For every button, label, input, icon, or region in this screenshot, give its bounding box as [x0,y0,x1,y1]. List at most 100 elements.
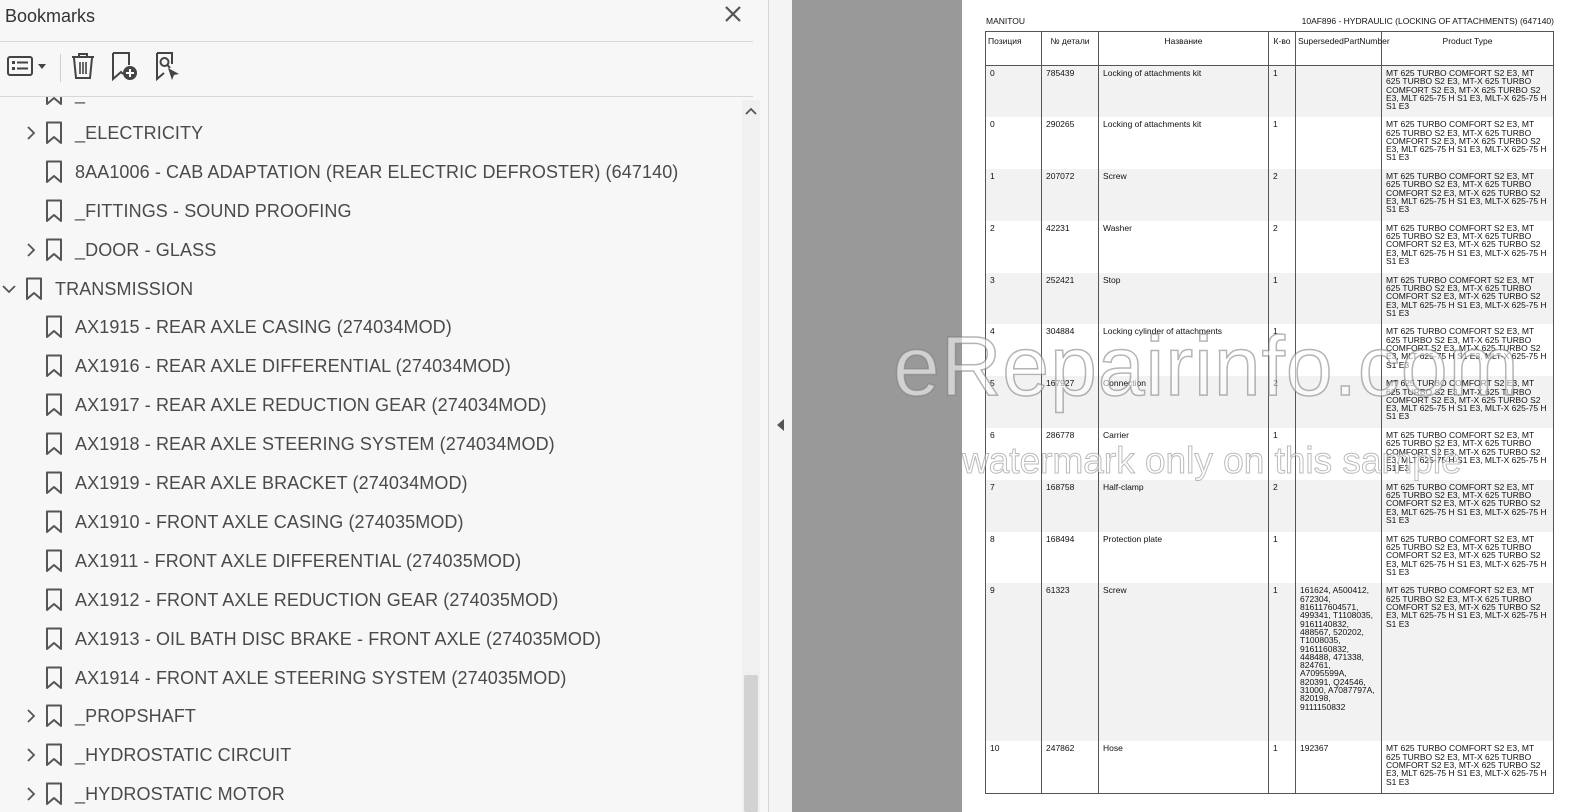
bookmark-icon [45,160,63,184]
bookmark-item[interactable]: AX1911 - FRONT AXLE DIFFERENTIAL (274035… [0,544,740,578]
table-cell-pos: 9 [985,583,1042,742]
bookmark-label: _PROPSHAFT [75,706,197,727]
bookmark-label: _DOOR - GLASS [75,239,217,260]
column-header: Название [1098,31,1269,66]
bookmark-label: AX1910 - FRONT AXLE CASING (274035MOD) [75,511,464,532]
table-cell-product: MT 625 TURBO COMFORT S2 E3, MT 625 TURBO… [1381,428,1554,480]
bookmark-item[interactable]: AX1914 - FRONT AXLE STEERING SYSTEM (274… [0,661,740,695]
bookmark-icon [45,121,63,145]
table-cell-name: Connection [1098,376,1269,429]
bookmark-item[interactable]: TRANSMISSION [0,272,740,306]
table-cell-part: 61323 [1041,583,1099,742]
bookmark-icon [45,549,63,573]
table-cell-pos: 6 [985,428,1042,480]
find-current-bookmark-icon [152,50,182,87]
table-cell-superseded [1295,428,1382,480]
bookmark-item[interactable]: AX1915 - REAR AXLE CASING (274034MOD) [0,310,740,344]
document-page: MANITOU 10AF896 - HYDRAULIC (LOCKING OF … [962,0,1571,812]
parts-table: Позиция № детали Название К-во Supersede… [985,31,1554,794]
find-current-bookmark-button[interactable] [150,50,184,86]
bookmark-item[interactable]: _ELECTRICITY [0,116,740,150]
trash-icon [69,51,97,86]
bookmark-item[interactable]: AX1917 - REAR AXLE REDUCTION GEAR (27403… [0,388,740,422]
close-icon[interactable] [722,3,744,25]
bookmark-label: _FITTINGS - SOUND PROOFING [75,200,352,221]
table-cell-superseded [1295,220,1382,273]
table-cell-product: MT 625 TURBO COMFORT S2 E3, MT 625 TURBO… [1381,65,1554,118]
bookmark-icon [25,277,43,301]
chevron-right-icon[interactable] [24,242,38,258]
table-cell-name: Half-clamp [1098,479,1269,532]
bookmark-item[interactable]: _ [0,97,740,111]
table-cell-part: 252421 [1041,272,1099,325]
bookmark-item[interactable]: AX1912 - FRONT AXLE REDUCTION GEAR (2740… [0,583,740,617]
header-divider [0,41,753,42]
bookmark-item[interactable]: AX1918 - REAR AXLE STEERING SYSTEM (2740… [0,427,740,461]
table-row: 7 168758 Half-clamp 2 MT 625 TURBO COMFORT S… [985,479,1554,532]
bookmarks-header: Bookmarks [0,0,768,42]
bookmarks-panel: Bookmarks _ELECTRICITY 8AA1006 - CAB ADA… [0,0,768,812]
table-cell-product: MT 625 TURBO COMFORT S2 E3, MT 625 TURBO… [1381,741,1554,794]
bookmarks-toolbar [0,46,760,92]
chevron-down-icon[interactable] [2,281,16,297]
options-menu-button[interactable] [3,50,51,86]
table-cell-name: Carrier [1098,428,1269,480]
table-header-row: Позиция № детали Название К-во Supersede… [985,31,1554,66]
table-cell-pos: 4 [985,324,1042,377]
table-row: 0 290265 Locking of attachments kit 1 MT 625… [985,117,1554,170]
table-cell-superseded [1295,272,1382,325]
table-cell-part: 247862 [1041,741,1099,794]
bookmark-icon [45,782,63,806]
chevron-right-icon[interactable] [24,747,38,763]
bookmark-label: 8AA1006 - CAB ADAPTATION (REAR ELECTRIC … [75,161,679,182]
table-cell-pos: 2 [985,220,1042,273]
table-cell-pos: 0 [985,65,1042,118]
table-cell-qty: 1 [1268,531,1296,584]
bookmark-item[interactable]: _FITTINGS - SOUND PROOFING [0,194,740,228]
table-cell-superseded [1295,65,1382,118]
bookmark-icon [45,666,63,690]
triangle-left-icon[interactable] [776,418,786,432]
delete-bookmark-button[interactable] [66,50,100,86]
bookmark-item[interactable]: AX1910 - FRONT AXLE CASING (274035MOD) [0,505,740,539]
bookmark-item[interactable]: _PROPSHAFT [0,699,740,733]
table-row: 1 207072 Screw 2 MT 625 TURBO COMFORT S2 E3,… [985,169,1554,221]
table-cell-name: Stop [1098,272,1269,325]
scrollbar-thumb[interactable] [744,675,758,812]
table-cell-product: MT 625 TURBO COMFORT S2 E3, MT 625 TURBO… [1381,220,1554,273]
document-brand: MANITOU [986,16,1026,26]
table-row: 9 61323 Screw 1 161624, A500412, 672304, 816… [985,583,1554,742]
table-cell-pos: 3 [985,272,1042,325]
table-row: 5 167927 Connection 2 MT 625 TURBO COMFORT S… [985,376,1554,429]
scroll-up-icon[interactable] [744,104,758,116]
bookmark-label: _HYDROSTATIC MOTOR [75,784,285,805]
bookmark-label: _ [75,97,85,105]
bookmark-item[interactable]: _HYDROSTATIC MOTOR [0,777,740,811]
chevron-right-icon[interactable] [24,708,38,724]
new-bookmark-button[interactable] [106,50,142,86]
table-row: 2 42231 Washer 2 MT 625 TURBO COMFORT S2 E3,… [985,220,1554,273]
table-cell-pos: 10 [985,741,1042,794]
bookmark-label: _ELECTRICITY [75,122,204,143]
bookmarks-scrollbar[interactable] [742,100,760,812]
bookmark-icon [45,97,63,106]
table-cell-qty: 1 [1268,65,1296,118]
table-cell-qty: 1 [1268,117,1296,170]
bookmark-item[interactable]: AX1916 - REAR AXLE DIFFERENTIAL (274034M… [0,349,740,383]
bookmark-item[interactable]: _HYDROSTATIC CIRCUIT [0,738,740,772]
panel-splitter[interactable] [768,0,792,812]
table-cell-product: MT 625 TURBO COMFORT S2 E3, MT 625 TURBO… [1381,531,1554,584]
bookmark-item[interactable]: 8AA1006 - CAB ADAPTATION (REAR ELECTRIC … [0,155,740,189]
bookmark-icon [45,471,63,495]
table-cell-part: 290265 [1041,117,1099,170]
column-header: К-во [1268,31,1296,66]
table-cell-qty: 1 [1268,428,1296,480]
table-cell-product: MT 625 TURBO COMFORT S2 E3, MT 625 TURBO… [1381,376,1554,429]
bookmark-item[interactable]: AX1919 - REAR AXLE BRACKET (274034MOD) [0,466,740,500]
chevron-right-icon[interactable] [24,125,38,141]
parts-table-body: 0 785439 Locking of attachments kit 1 MT 625… [985,65,1554,794]
bookmark-item[interactable]: _DOOR - GLASS [0,233,740,267]
table-row: 0 785439 Locking of attachments kit 1 MT 625… [985,65,1554,118]
chevron-right-icon[interactable] [24,786,38,802]
bookmark-item[interactable]: AX1913 - OIL BATH DISC BRAKE - FRONT AXL… [0,622,740,656]
